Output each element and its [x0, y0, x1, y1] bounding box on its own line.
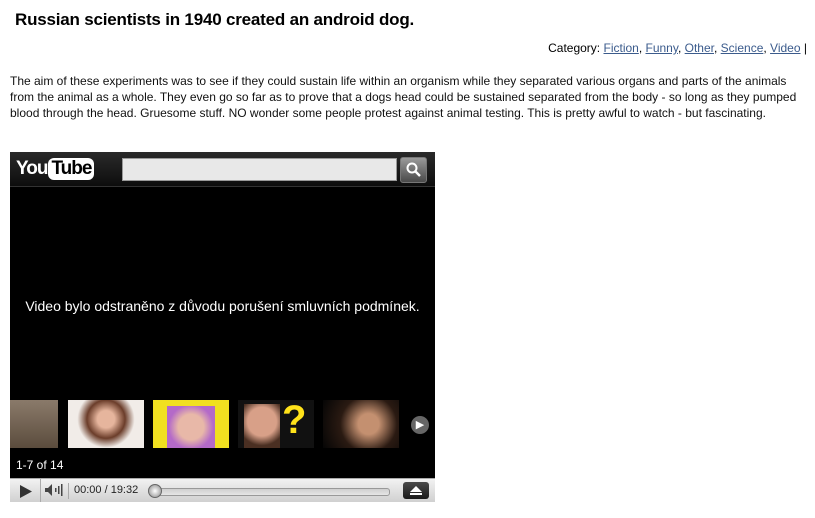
logo-tube: Tube — [48, 158, 95, 180]
progress-handle[interactable] — [148, 484, 162, 498]
search-input[interactable] — [122, 158, 397, 181]
play-icon — [20, 485, 32, 498]
category-link-fiction[interactable]: Fiction — [603, 41, 638, 55]
related-thumbnail[interactable] — [153, 400, 229, 448]
logo-you: You — [16, 158, 49, 179]
category-link-other[interactable]: Other — [685, 41, 714, 55]
player-controls: 00:00 / 19:32 — [10, 478, 435, 502]
volume-button[interactable] — [44, 483, 69, 499]
next-arrow-icon[interactable]: ▶ — [411, 416, 429, 434]
related-thumbnail[interactable] — [10, 400, 58, 448]
expand-button[interactable] — [403, 482, 429, 499]
search-icon — [406, 162, 421, 177]
category-link-video[interactable]: Video — [770, 41, 800, 55]
progress-bar[interactable] — [150, 488, 390, 496]
post-description: The aim of these experiments was to see … — [10, 74, 797, 120]
related-thumbnail[interactable] — [68, 400, 144, 448]
related-thumbnail[interactable]: ? — [238, 400, 314, 448]
eject-icon — [410, 486, 422, 495]
category-label: Category: — [548, 41, 601, 55]
category-link-funny[interactable]: Funny — [646, 41, 678, 55]
category-line: Category: Fiction, Funny, Other, Science… — [548, 41, 807, 55]
player-topbar: You Tube — [10, 152, 435, 187]
speaker-icon — [45, 484, 63, 496]
category-separator: | — [803, 41, 807, 55]
time-display: 00:00 / 19:32 — [74, 484, 139, 496]
youtube-player[interactable]: You Tube Video bylo odstraněno z důvodu … — [10, 152, 435, 502]
post-title: Russian scientists in 1940 created an an… — [15, 10, 415, 29]
related-count: 1-7 of 14 — [16, 458, 64, 472]
related-thumbnail[interactable] — [323, 400, 399, 448]
play-button[interactable] — [10, 479, 41, 502]
search-button[interactable] — [400, 157, 427, 183]
category-link-science[interactable]: Science — [721, 41, 764, 55]
youtube-logo[interactable]: You Tube — [16, 156, 95, 182]
video-removed-message: Video bylo odstraněno z důvodu porušení … — [25, 298, 420, 314]
related-videos: ? — [10, 400, 435, 464]
